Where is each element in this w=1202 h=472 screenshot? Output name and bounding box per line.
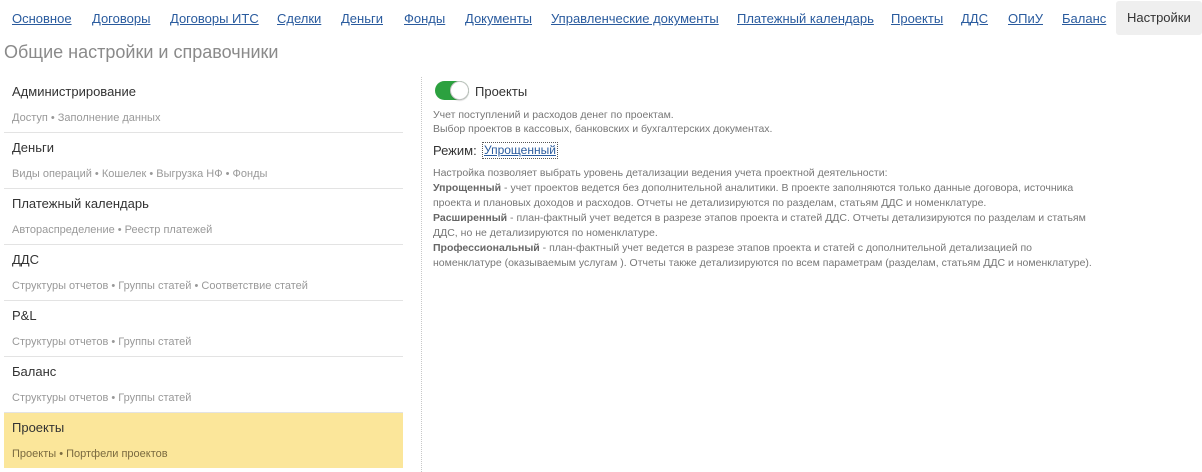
help-simple-line: Упрощенный - учет проектов ведется без д…: [433, 182, 1074, 194]
tab-balans[interactable]: Баланс: [1062, 11, 1106, 26]
tab-osnovnoe[interactable]: Основное: [12, 11, 72, 26]
tab-proekty[interactable]: Проекты: [891, 11, 943, 26]
tab-opiu[interactable]: ОПиУ: [1008, 11, 1043, 26]
tab-upravlencheskie-dokumenty[interactable]: Управленческие документы: [551, 11, 719, 26]
toggle-knob: [450, 81, 469, 100]
top-navigation: Основное Договоры Договоры ИТС Сделки Де…: [0, 0, 1202, 36]
section-item-dds[interactable]: ДДС Структуры отчетов • Группы статей • …: [4, 245, 403, 301]
section-item-pnl[interactable]: P&L Структуры отчетов • Группы статей: [4, 301, 403, 357]
help-extended-line: ДДС, но не детализируются по номенклатур…: [433, 227, 658, 239]
help-simple-line: проекта и плановых доходов и расходов. О…: [433, 197, 987, 209]
section-item-name: Администрирование: [12, 84, 136, 99]
section-item-subtitle: Виды операций • Кошелек • Выгрузка НФ • …: [12, 168, 268, 180]
tab-dogovory[interactable]: Договоры: [92, 11, 150, 26]
description-line: Учет поступлений и расходов денег по про…: [433, 109, 674, 121]
tab-dds[interactable]: ДДС: [961, 11, 988, 26]
tab-fondy[interactable]: Фонды: [404, 11, 445, 26]
tab-dokumenty[interactable]: Документы: [465, 11, 532, 26]
help-term-simple: Упрощенный: [433, 182, 502, 194]
mode-help-text: Настройка позволяет выбрать уровень дета…: [433, 166, 1173, 271]
help-intro: Настройка позволяет выбрать уровень дета…: [433, 167, 888, 179]
page-title: Общие настройки и справочники: [4, 42, 279, 62]
mode-select-link[interactable]: Упрощенный: [482, 142, 558, 159]
section-item-name: Платежный календарь: [12, 196, 149, 211]
tab-nastroyki[interactable]: Настройки: [1116, 1, 1202, 35]
projects-toggle[interactable]: [435, 81, 469, 100]
tab-dogovory-its[interactable]: Договоры ИТС: [170, 11, 259, 26]
section-item-subtitle: Структуры отчетов • Группы статей • Соот…: [12, 280, 308, 292]
section-item-name: Баланс: [12, 364, 57, 379]
help-term-extended: Расширенный: [433, 212, 508, 224]
help-pro-line: номенклатуре (оказываемым услугам ). Отч…: [433, 257, 1092, 269]
help-extended-line: Расширенный - план-фактный учет ведется …: [433, 212, 1086, 224]
section-item-name: Проекты: [12, 420, 65, 435]
section-item-subtitle: Проекты • Портфели проектов: [12, 448, 168, 460]
tab-platezhnyy-kalendar[interactable]: Платежный календарь: [737, 11, 874, 26]
section-item-proekty[interactable]: Проекты Проекты • Портфели проектов: [4, 413, 403, 469]
tab-sdelki[interactable]: Сделки: [277, 11, 321, 26]
projects-toggle-label: Проекты: [475, 84, 528, 99]
section-item-name: P&L: [12, 308, 37, 323]
help-pro-line: Профессиональный - план-фактный учет вед…: [433, 242, 1033, 254]
projects-description: Учет поступлений и расходов денег по про…: [433, 108, 772, 136]
section-item-subtitle: Доступ • Заполнение данных: [12, 112, 161, 124]
section-item-subtitle: Структуры отчетов • Группы статей: [12, 336, 192, 348]
section-item-platezhnyy-kalendar[interactable]: Платежный календарь Автораспределение • …: [4, 189, 403, 245]
section-item-subtitle: Структуры отчетов • Группы статей: [12, 392, 192, 404]
section-item-name: ДДС: [12, 252, 39, 267]
section-item-subtitle: Автораспределение • Реестр платежей: [12, 224, 213, 236]
mode-label: Режим:: [433, 143, 477, 158]
section-item-balans[interactable]: Баланс Структуры отчетов • Группы статей: [4, 357, 403, 413]
panel-divider: [421, 77, 422, 472]
tab-dengi[interactable]: Деньги: [341, 11, 383, 26]
section-item-dengi[interactable]: Деньги Виды операций • Кошелек • Выгрузк…: [4, 133, 403, 189]
section-item-administrirovanie[interactable]: Администрирование Доступ • Заполнение да…: [4, 77, 403, 133]
section-item-name: Деньги: [12, 140, 54, 155]
help-term-pro: Профессиональный: [433, 242, 540, 254]
settings-section-list: Администрирование Доступ • Заполнение да…: [4, 77, 403, 469]
description-line: Выбор проектов в кассовых, банковских и …: [433, 123, 773, 135]
